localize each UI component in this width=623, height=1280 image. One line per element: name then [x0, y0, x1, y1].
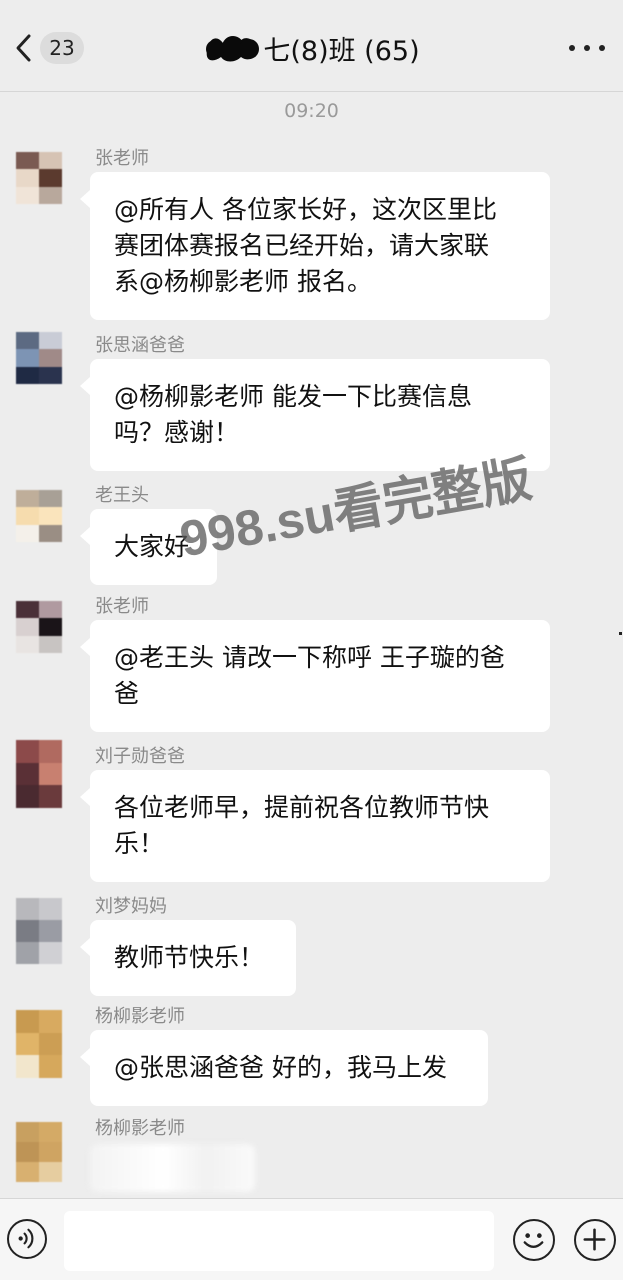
avatar[interactable] [16, 1010, 62, 1078]
ellipsis-icon-dot [569, 45, 575, 51]
sender-name: 杨柳影老师 [95, 1118, 185, 1139]
sender-name: 杨柳影老师 [95, 1006, 185, 1027]
emoji-icon [523, 1233, 544, 1248]
message-text: 各位老师早，提前祝各位教师节快 乐！ [114, 793, 490, 858]
sender-name: 张思涵爸爸 [95, 335, 185, 356]
message-bubble[interactable]: @老王头 请改一下称呼 王子璇的爸 爸 [80, 620, 550, 732]
avatar[interactable] [16, 1122, 62, 1182]
emoji-button[interactable] [513, 1219, 555, 1261]
message-bubble[interactable]: @所有人 各位家长好，这次区里比 赛团体赛报名已经开始，请大家联 系@杨柳影老师… [80, 172, 550, 320]
avatar[interactable] [16, 332, 62, 384]
redaction-scribble [206, 36, 260, 62]
message-text: 大家好 [114, 532, 190, 561]
message-input[interactable] [64, 1211, 494, 1271]
message-text: 教师节快乐！ [114, 943, 265, 972]
sender-name: 刘梦妈妈 [95, 896, 167, 917]
stray-dot [619, 632, 622, 635]
voice-icon [18, 1228, 34, 1249]
sender-name: 刘子勋爸爸 [95, 746, 185, 767]
message-bubble[interactable]: @杨柳影老师 能发一下比赛信息 吗？感谢！ [80, 359, 550, 471]
ellipsis-icon-dot [584, 45, 590, 51]
input-bar [0, 1198, 623, 1280]
message-text: @张思涵爸爸 好的，我马上发 [114, 1053, 447, 1082]
voice-button[interactable] [7, 1219, 47, 1259]
sender-name: 张老师 [95, 596, 149, 617]
chat-header: 23 七(8)班 (65) [0, 0, 623, 92]
plus-button[interactable] [574, 1219, 616, 1261]
avatar[interactable] [16, 898, 62, 964]
avatar[interactable] [16, 152, 62, 204]
chat-title: 七(8)班 (65) [0, 26, 623, 70]
message-text: @老王头 请改一下称呼 王子璇的爸 爸 [114, 643, 505, 708]
message-text: @所有人 各位家长好，这次区里比 赛团体赛报名已经开始，请大家联 系@杨柳影老师… [114, 195, 497, 296]
message-bubble[interactable]: @张思涵爸爸 好的，我马上发 [80, 1030, 488, 1106]
sender-name: 老王头 [95, 485, 149, 506]
message-bubble-blurred[interactable] [90, 1144, 255, 1192]
message-text: @杨柳影老师 能发一下比赛信息 吗？感谢！ [114, 382, 472, 447]
plus-icon [583, 1228, 606, 1251]
ellipsis-icon-dot [599, 45, 605, 51]
message-bubble[interactable]: 大家好 [80, 509, 217, 585]
avatar[interactable] [16, 490, 62, 542]
chat-title-text: 七(8)班 (65) [263, 35, 420, 67]
message-bubble[interactable]: 教师节快乐！ [80, 920, 296, 996]
message-bubble[interactable]: 各位老师早，提前祝各位教师节快 乐！ [80, 770, 550, 882]
message-timestamp: 09:20 [284, 100, 339, 122]
avatar[interactable] [16, 601, 62, 653]
more-options-button[interactable] [569, 36, 605, 60]
sender-name: 张老师 [95, 148, 149, 169]
avatar[interactable] [16, 740, 62, 808]
